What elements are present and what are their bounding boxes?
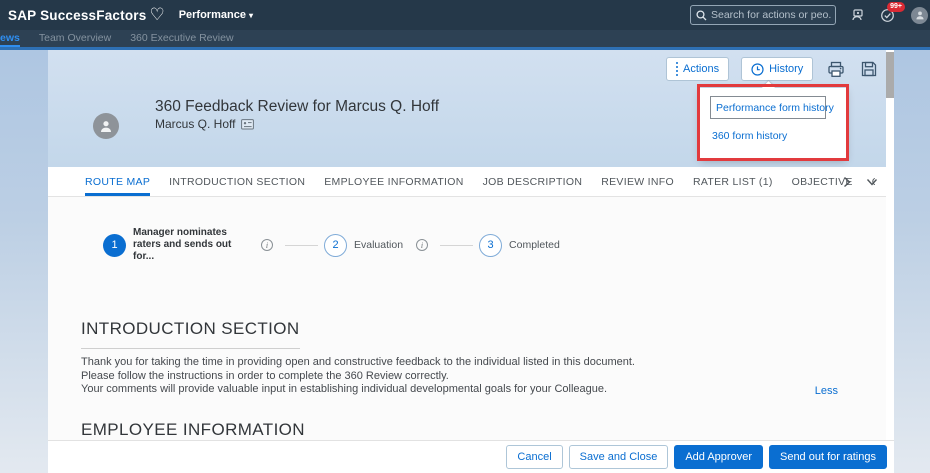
tab-employee-information[interactable]: EMPLOYEE INFORMATION [324,167,463,196]
cancel-button[interactable]: Cancel [506,445,563,469]
form-content: 1 Manager nominates raters and sends out… [48,197,886,440]
employee-name-row: Marcus Q. Hoff [155,117,255,131]
footer-toolbar: Cancel Save and Close Add Approver Send … [48,440,894,473]
tab-introduction-section[interactable]: INTRODUCTION SECTION [169,167,305,196]
print-icon[interactable] [827,61,845,78]
employee-name: Marcus Q. Hoff [155,117,236,131]
info-icon[interactable]: i [261,239,273,251]
actions-button[interactable]: Actions [666,57,730,81]
user-avatar[interactable] [911,6,928,24]
route-map: 1 Manager nominates raters and sends out… [103,227,567,263]
history-dropdown-menu: Performance form history 360 form histor… [700,81,846,158]
step-connector [440,244,474,246]
employee-avatar [93,113,119,139]
module-menu-label: Performance [178,9,246,21]
tab-route-map[interactable]: ROUTE MAP [85,167,151,196]
search-input[interactable] [711,9,831,21]
search-icon [696,9,707,21]
step-3-circle: 3 [479,233,503,257]
scrollbar-thumb[interactable] [886,52,894,98]
module-menu[interactable]: Performance ▾ [179,9,253,21]
history-button-label: History [769,63,804,75]
step-1-circle: 1 [103,233,126,257]
step-2-label: Evaluation [354,239,404,251]
history-button[interactable]: History [741,57,814,81]
step-2-circle: 2 [324,233,347,257]
step-3-label: Completed [509,239,560,251]
send-out-for-ratings-button[interactable]: Send out for ratings [768,445,887,469]
nav-item-team-overview[interactable]: Team Overview [39,30,111,44]
app-window: SAP SuccessFactors ♡ Performance▾ 99+ [0,0,930,473]
heart-icon: ♡ [149,4,165,24]
brand-logo: SAP SuccessFactors [8,7,147,23]
notification-badge: 99+ [887,1,905,12]
save-and-close-button[interactable]: Save and Close [568,445,669,469]
save-icon[interactable] [861,61,877,77]
global-topbar: SAP SuccessFactors ♡ Performance▾ 99+ [0,0,930,30]
introduction-section-heading: INTRODUCTION SECTION [81,319,300,349]
page-title: 360 Feedback Review for Marcus Q. Hoff [155,98,440,115]
add-approver-button[interactable]: Add Approver [674,445,763,469]
tab-review-info[interactable]: REVIEW INFO [601,167,674,196]
org-chart-icon[interactable] [850,8,864,22]
intro-paragraph: Your comments will provide valuable inpu… [81,383,608,395]
step-connector [285,244,318,246]
info-icon[interactable]: i [416,239,429,251]
menu-item-performance-form-history[interactable]: Performance form history [710,96,834,119]
tab-rater-list[interactable]: RATER LIST (1) [693,167,773,196]
nav-item-reviews-clipped[interactable]: ews [0,30,20,47]
accent-divider [0,47,930,50]
scrollbar-track[interactable] [886,50,894,440]
introduction-text: Thank you for taking the time in providi… [81,356,635,397]
chevron-down-tabs-icon[interactable] [866,178,878,186]
notifications-icon[interactable]: 99+ [880,1,905,23]
nav-item-360-executive-review[interactable]: 360 Executive Review [130,30,233,44]
menu-item-360-form-history[interactable]: 360 form history [712,130,787,142]
form-tabbar: ROUTE MAP INTRODUCTION SECTION EMPLOYEE … [48,167,894,197]
actions-button-label: Actions [683,63,720,75]
contact-card-icon[interactable] [241,118,255,130]
chevron-right-icon[interactable] [843,176,851,188]
clock-icon [751,62,764,76]
overflow-dots-icon [676,62,678,76]
header-actions-row: Actions History [666,57,877,81]
topbar-right-cluster: 99+ [690,0,930,30]
chevron-down-icon: ▾ [248,11,253,20]
global-search[interactable] [690,5,836,25]
intro-paragraph: Please follow the instructions in order … [81,369,449,382]
employee-information-heading: EMPLOYEE INFORMATION [81,420,305,439]
module-navbar: ews Team Overview 360 Executive Review [0,30,930,47]
less-link[interactable]: Less [815,385,838,397]
tab-job-description[interactable]: JOB DESCRIPTION [483,167,583,196]
intro-paragraph: Thank you for taking the time in providi… [81,356,635,368]
tab-overflow-controls [843,167,878,197]
step-1-label: Manager nominates raters and sends out f… [133,227,232,262]
